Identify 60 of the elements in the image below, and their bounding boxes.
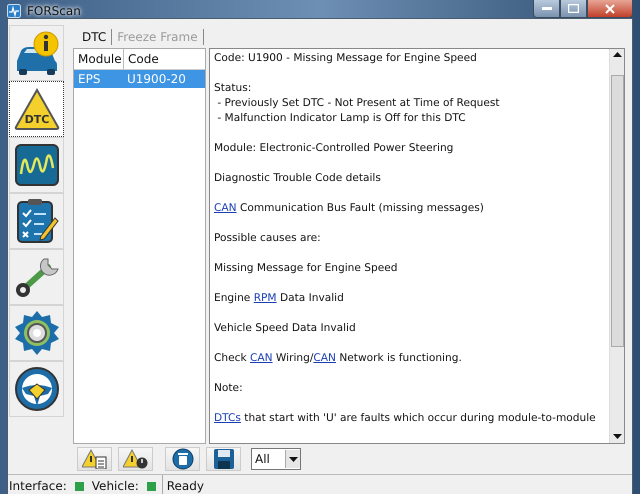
sidebar-button[interactable] [9,137,64,193]
detail-text: Diagnostic Trouble Code details [214,171,382,186]
sidebar-button[interactable] [9,25,64,81]
steering-wheel-help-icon [14,366,60,412]
table-cell-text: U1900-20 [126,71,187,88]
warning-triangle-icon: DTC [14,88,60,130]
trash-icon [172,448,194,470]
detail-text: Vehicle Speed Data Invalid [214,321,357,336]
status-label: Vehicle: [92,479,139,493]
link[interactable]: CAN [214,202,237,214]
detail-text: Check CAN Wiring/CAN Network is functioning. [214,351,463,366]
status-label: Interface: [9,479,67,493]
detail-text: Note: [214,381,244,396]
caret-icon [288,456,298,462]
link[interactable]: RPM [254,292,277,304]
detail-text: Code: U1900 - Missing Message for Engine Speed [214,51,478,66]
maximize-button[interactable] [560,0,587,18]
scroll-up-icon[interactable] [612,52,622,58]
maximize-icon [568,4,579,13]
detail-text: Module: Electronic-Controlled Power Steering [214,141,454,156]
window-title: FORScan [27,4,81,18]
app-icon [7,4,21,18]
column-header[interactable]: Module [74,49,124,69]
scrollbar[interactable] [609,49,624,443]
sidebar-button[interactable] [9,249,64,305]
detail-text: DTCs that start with 'U' are faults which occur during module-to-module [214,411,597,426]
sidebar-button[interactable] [9,193,64,249]
close-button[interactable] [587,0,633,18]
table-cell-text: EPS [77,71,102,88]
detail-text: Status: [214,81,252,96]
detail-text: CAN Communication Bus Fault (missing messages) [214,201,485,216]
column-header[interactable]: Code [124,49,205,69]
sidebar-button[interactable]: DTC [9,81,64,137]
sidebar-button[interactable] [9,305,64,361]
close-icon [605,4,615,14]
minimize-icon [542,6,552,10]
link[interactable]: DTCs [214,412,241,424]
detail-text: - Malfunction Indicator Lamp is Off for this DTC [216,111,467,126]
checklist-icon [14,198,58,244]
status-message: Ready [166,479,204,493]
link[interactable]: CAN [250,352,273,364]
sidebar-button[interactable] [9,361,64,417]
detail-text: Missing Message for Engine Speed [214,261,398,276]
link[interactable]: CAN [313,352,336,364]
scroll-down-icon[interactable] [612,434,622,440]
toolbar-button[interactable] [206,447,241,471]
oscilloscope-icon [14,144,58,186]
warning-power-icon [122,449,148,469]
filter-dropdown[interactable]: All [251,448,301,470]
gear-icon [14,310,60,356]
minimize-button[interactable] [533,0,560,18]
detail-text: Engine RPM Data Invalid [214,291,345,306]
detail-text: - Previously Set DTC - Not Present at Time of Request [216,96,501,111]
detail-text: Possible causes are: [214,231,322,246]
save-icon [212,448,234,470]
tab[interactable]: DTC [77,29,112,45]
toolbar-button[interactable] [165,447,200,471]
toolbar-button[interactable] [118,447,153,471]
toolbar-button[interactable] [77,447,112,471]
warning-document-icon [82,449,108,469]
